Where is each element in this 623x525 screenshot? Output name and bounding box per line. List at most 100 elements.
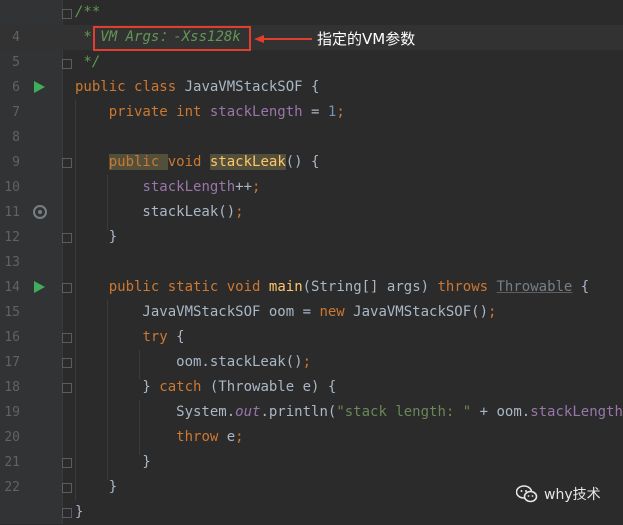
line-number: 6 [0,75,20,100]
code-token: catch [159,379,210,395]
fold-marker[interactable] [62,483,72,493]
code-line[interactable]: 6 public class JavaVMStackSOF { [0,75,623,100]
code-line[interactable]: 18 } catch (Throwable e) { [0,375,623,400]
fold-marker[interactable] [62,508,72,518]
wechat-icon [516,485,538,503]
code-text: try { [75,325,185,350]
line-number: 21 [0,450,20,475]
code-token: stackLength [530,404,623,420]
line-number: 5 [0,50,20,75]
watermark: why技术 [516,484,601,504]
code-token: JavaVMStackSOF oom = [75,304,319,320]
run-class-icon[interactable] [34,81,45,93]
code-token: e [227,429,235,445]
line-number: 12 [0,225,20,250]
code-token [75,329,142,345]
code-text: stackLength++; [75,175,260,200]
fold-marker[interactable] [62,233,72,243]
watermark-text: why技术 [544,484,601,504]
code-token [75,179,142,195]
code-text: } [75,500,83,525]
code-line[interactable]: 9 public void stackLeak() { [0,150,623,175]
line-number: 9 [0,150,20,175]
code-token: throw [176,429,227,445]
code-text: System.out.println("stack length: " + oo… [75,400,623,425]
code-text: } [75,225,117,250]
code-line[interactable]: 5 */ [0,50,623,75]
code-token: ; [235,204,243,220]
code-token: ; [488,304,496,320]
code-text: public void stackLeak() { [75,150,319,175]
code-line[interactable]: 11 stackLeak(); [0,200,623,225]
code-text: */ [75,50,100,75]
code-line[interactable]: 21 } [0,450,623,475]
fold-marker[interactable] [62,358,72,368]
line-number: 15 [0,300,20,325]
code-token: class [134,79,185,95]
code-token [75,154,109,170]
fold-marker[interactable] [62,283,72,293]
fold-marker[interactable] [62,9,72,19]
code-token: (Throwable e) { [210,379,336,395]
code-line[interactable]: 19 System.out.println("stack length: " +… [0,400,623,425]
code-token: "stack length: " [336,404,471,420]
code-token: public [75,79,134,95]
annotation-label: 指定的VM参数 [317,28,415,50]
code-token [75,429,176,445]
code-line[interactable]: 14 public static void main(String[] args… [0,275,623,300]
code-token: System. [75,404,235,420]
code-token: */ [75,54,100,70]
fold-marker[interactable] [62,158,72,168]
fold-marker[interactable] [62,383,72,393]
code-token: (String[] args) [303,279,438,295]
line-number: 14 [0,275,20,300]
code-text: public static void main(String[] args) t… [75,275,589,300]
code-line[interactable]: 15 JavaVMStackSOF oom = new JavaVMStackS… [0,300,623,325]
code-line[interactable]: /** [0,0,623,25]
code-text: } catch (Throwable e) { [75,375,336,400]
code-line[interactable]: 16 try { [0,325,623,350]
code-line[interactable]: 8 [0,125,623,150]
run-main-icon[interactable] [34,281,45,293]
code-line[interactable]: 10 stackLength++; [0,175,623,200]
code-text: oom.stackLeak(); [75,350,311,375]
code-token: /** [75,4,100,20]
code-token: throws [437,279,496,295]
code-token: JavaVMStackSOF { [185,79,320,95]
fold-marker[interactable] [62,333,72,343]
line-number: 8 [0,125,20,150]
indent-guide [107,300,108,480]
code-token: stackLeak() [75,204,235,220]
fold-marker[interactable] [62,59,72,69]
code-token: } [75,454,151,470]
code-text: stackLeak(); [75,200,244,225]
code-token: } [75,479,117,495]
code-text: JavaVMStackSOF oom = new JavaVMStackSOF(… [75,300,496,325]
code-line[interactable]: 13 [0,250,623,275]
line-number: 22 [0,475,20,500]
code-line[interactable]: 20 throw e; [0,425,623,450]
code-token: JavaVMStackSOF() [353,304,488,320]
code-line[interactable]: 12 } [0,225,623,250]
code-token: void [227,279,269,295]
line-number: 17 [0,350,20,375]
code-token: void [168,154,210,170]
code-line[interactable]: 17 oom.stackLeak(); [0,350,623,375]
code-token: { [176,329,184,345]
code-token: private [75,104,176,120]
code-token: } [75,504,83,520]
fold-marker[interactable] [62,458,72,468]
code-token: public [109,279,168,295]
code-line[interactable]: 7 private int stackLength = 1; [0,100,623,125]
indent-guide [139,400,140,455]
annotation-arrow-icon [254,35,312,43]
line-number: 20 [0,425,20,450]
code-text: throw e; [75,425,244,450]
code-token: oom.stackLeak() [75,354,303,370]
line-number: 19 [0,400,20,425]
code-token: public [109,154,168,170]
code-token: stackLength [210,104,303,120]
code-token: } [75,379,159,395]
indent-guide [75,100,76,500]
line-number: 13 [0,250,20,275]
